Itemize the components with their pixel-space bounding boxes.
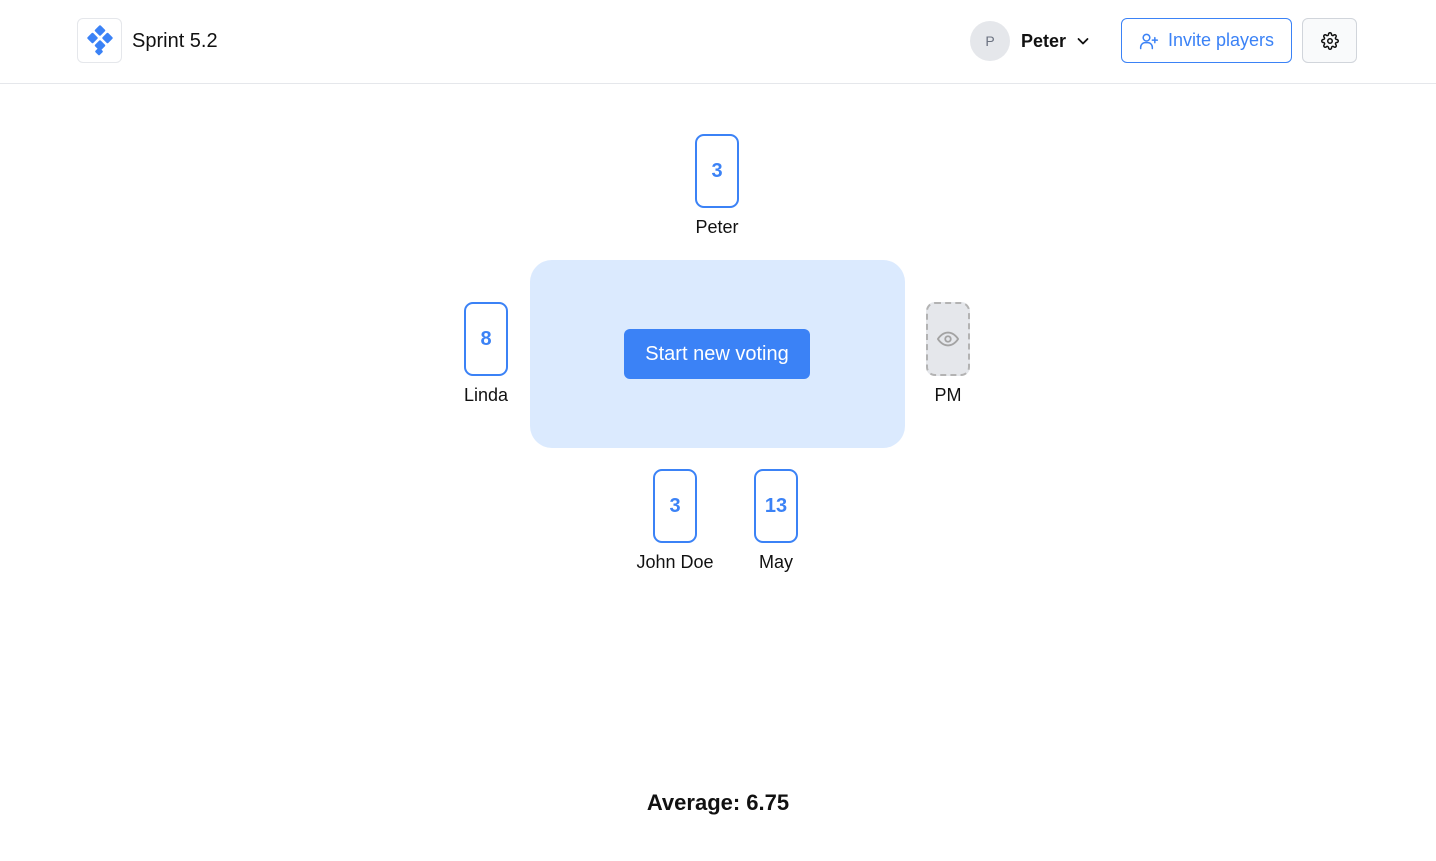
logo[interactable] <box>77 18 122 63</box>
avatar: P <box>970 21 1010 61</box>
player-name: Peter <box>695 217 739 237</box>
settings-button[interactable] <box>1302 18 1357 63</box>
page: Sprint 5.2 P Peter Invite players 3 Pete… <box>0 0 1436 861</box>
logo-icon <box>86 24 113 55</box>
player-linda: 8 Linda <box>426 302 546 406</box>
user-plus-icon <box>1139 33 1159 49</box>
top-bar: Sprint 5.2 P Peter Invite players <box>0 0 1436 84</box>
user-menu[interactable]: P Peter <box>970 21 1090 61</box>
gear-icon <box>1320 31 1339 50</box>
vote-card: 3 <box>653 469 697 543</box>
vote-card: 8 <box>464 302 508 376</box>
player-pm: PM <box>888 302 1008 406</box>
player-peter: 3 Peter <box>657 134 777 238</box>
spectator-card <box>926 302 970 376</box>
player-name: May <box>758 552 793 572</box>
user-name: Peter <box>1021 30 1067 51</box>
player-name: PM <box>934 385 962 405</box>
poker-table: Start new voting <box>530 260 905 448</box>
invite-players-button[interactable]: Invite players <box>1121 18 1292 63</box>
session-title: Sprint 5.2 <box>132 30 218 52</box>
average-result: Average: 6.75 <box>646 790 790 815</box>
vote-card: 13 <box>754 469 798 543</box>
start-new-voting-button[interactable]: Start new voting <box>624 329 810 379</box>
player-may: 13 May <box>716 469 836 573</box>
vote-card: 3 <box>695 134 739 208</box>
chevron-down-icon <box>1076 34 1090 48</box>
eye-icon <box>937 331 959 347</box>
player-name: Linda <box>463 385 509 405</box>
invite-players-label: Invite players <box>1167 30 1275 50</box>
